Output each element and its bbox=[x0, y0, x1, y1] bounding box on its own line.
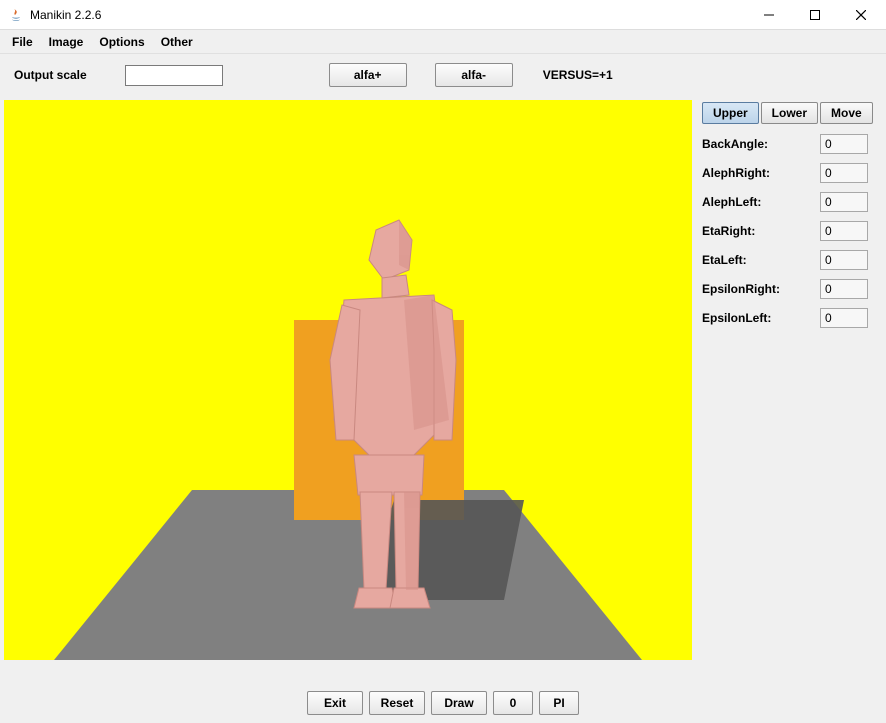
close-button[interactable] bbox=[838, 1, 884, 29]
tabs: Upper Lower Move bbox=[702, 102, 880, 124]
minimize-button[interactable] bbox=[746, 1, 792, 29]
java-app-icon bbox=[8, 7, 24, 23]
param-label: EpsilonRight: bbox=[702, 282, 814, 296]
maximize-button[interactable] bbox=[792, 1, 838, 29]
menubar: File Image Options Other bbox=[0, 30, 886, 54]
draw-button[interactable]: Draw bbox=[431, 691, 487, 715]
viewport-3d[interactable] bbox=[4, 100, 692, 660]
exit-button[interactable]: Exit bbox=[307, 691, 363, 715]
alfa-plus-button[interactable]: alfa+ bbox=[329, 63, 407, 87]
param-label: BackAngle: bbox=[702, 137, 814, 151]
window-controls bbox=[746, 1, 884, 29]
param-alephleft-input[interactable] bbox=[820, 192, 868, 212]
tab-lower[interactable]: Lower bbox=[761, 102, 818, 124]
bottom-bar: Exit Reset Draw 0 PI bbox=[0, 683, 886, 723]
versus-status: VERSUS=+1 bbox=[543, 68, 613, 82]
param-epsilonright-input[interactable] bbox=[820, 279, 868, 299]
output-scale-input[interactable] bbox=[125, 65, 223, 86]
titlebar: Manikin 2.2.6 bbox=[0, 0, 886, 30]
alfa-minus-button[interactable]: alfa- bbox=[435, 63, 513, 87]
zero-button[interactable]: 0 bbox=[493, 691, 533, 715]
param-label: EtaRight: bbox=[702, 224, 814, 238]
param-etaleft-input[interactable] bbox=[820, 250, 868, 270]
top-controls: Output scale alfa+ alfa- VERSUS=+1 bbox=[0, 54, 886, 96]
param-label: AlephLeft: bbox=[702, 195, 814, 209]
param-label: AlephRight: bbox=[702, 166, 814, 180]
menu-file[interactable]: File bbox=[4, 32, 41, 52]
param-alephright-input[interactable] bbox=[820, 163, 868, 183]
params-grid: BackAngle: AlephRight: AlephLeft: EtaRig… bbox=[702, 134, 880, 328]
main-area: Upper Lower Move BackAngle: AlephRight: … bbox=[0, 96, 886, 683]
output-scale-label: Output scale bbox=[14, 68, 87, 82]
tab-upper[interactable]: Upper bbox=[702, 102, 759, 124]
param-label: EpsilonLeft: bbox=[702, 311, 814, 325]
menu-image[interactable]: Image bbox=[41, 32, 92, 52]
param-etaright-input[interactable] bbox=[820, 221, 868, 241]
tab-move[interactable]: Move bbox=[820, 102, 873, 124]
reset-button[interactable]: Reset bbox=[369, 691, 425, 715]
side-panel: Upper Lower Move BackAngle: AlephRight: … bbox=[692, 96, 886, 683]
window-title: Manikin 2.2.6 bbox=[30, 8, 746, 22]
param-epsilonleft-input[interactable] bbox=[820, 308, 868, 328]
menu-options[interactable]: Options bbox=[91, 32, 152, 52]
param-label: EtaLeft: bbox=[702, 253, 814, 267]
pi-button[interactable]: PI bbox=[539, 691, 579, 715]
menu-other[interactable]: Other bbox=[153, 32, 201, 52]
param-backangle-input[interactable] bbox=[820, 134, 868, 154]
